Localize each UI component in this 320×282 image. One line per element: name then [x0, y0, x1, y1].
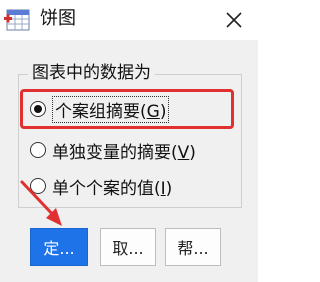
close-icon[interactable]	[220, 6, 248, 34]
radio-button[interactable]	[30, 142, 46, 158]
radio-label-cases: 单个个案的值(I)	[52, 178, 173, 199]
radio-button[interactable]	[30, 178, 46, 194]
radio-button-checked[interactable]	[30, 101, 46, 117]
radio-label-groups: 个案组摘要(G)	[52, 95, 170, 123]
window-title: 饼图	[40, 8, 76, 29]
title-bar: 饼图	[0, 0, 258, 40]
radio-summaries-separate-variables[interactable]: 单独变量的摘要(V)	[30, 137, 196, 163]
help-button[interactable]: 帮...	[165, 228, 221, 266]
groupbox-legend: 图表中的数据为	[28, 62, 155, 84]
radio-label-variables: 单独变量的摘要(V)	[52, 142, 196, 163]
ok-button[interactable]: 定...	[30, 228, 88, 266]
radio-values-individual-cases[interactable]: 单个个案的值(I)	[30, 173, 172, 199]
pie-chart-dialog: 饼图 图表中的数据为 个案组摘要(G) 单独变量的摘要(V) 单个个案的值(I)…	[0, 0, 258, 282]
chart-app-icon	[4, 9, 30, 31]
radio-summaries-for-groups[interactable]: 个案组摘要(G)	[30, 95, 170, 123]
cancel-button[interactable]: 取...	[100, 228, 156, 266]
